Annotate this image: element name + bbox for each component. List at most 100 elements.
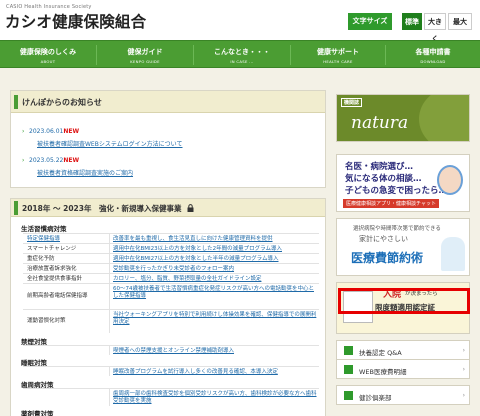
person-illustration-icon bbox=[441, 237, 465, 271]
news-header: けんぽからのお知らせ bbox=[11, 91, 325, 113]
chevron-right-icon: › bbox=[462, 347, 465, 354]
people-icon bbox=[344, 346, 353, 355]
nav-label: 健康保険のしくみ bbox=[19, 48, 77, 56]
font-size-standard-button[interactable]: 標準 bbox=[402, 13, 422, 30]
row-name: 運動習慣化対策 bbox=[27, 318, 66, 324]
banner-line: 名医・病院選び… bbox=[345, 162, 414, 172]
link-label: WEB医療費明細 bbox=[359, 368, 407, 376]
nav-label: 健康サポート bbox=[317, 48, 359, 56]
dependent-qa-link[interactable]: 扶養認定 Q&A › bbox=[336, 340, 470, 360]
medical-savings-banner[interactable]: 選択病院や時間帯次第で節約できる 家計にやさしい 医療費節約術 bbox=[336, 218, 470, 276]
table-row: 睡眠改善プログラムを試行導入し多くの改善見る確認、本導入決定 bbox=[23, 366, 319, 376]
news-link[interactable]: 被扶養者確認調査WEBシステムログイン方法について bbox=[37, 139, 182, 148]
table-row: 治療放置者訴求強化 受診勧奨を行ったかぎり未受診者のフォロー案内 bbox=[23, 263, 319, 273]
row-desc[interactable]: カロリー、塩分、脂質、野菜摂取量の全社ガイドライン設定 bbox=[111, 274, 317, 283]
medical-consult-banner[interactable]: 名医・病院選び… 気になる体の相談… 子どもの急変で困ったら… 医療健康相談アプ… bbox=[336, 154, 470, 212]
nav-label: 健保ガイド bbox=[127, 48, 163, 56]
new-badge: NEW bbox=[63, 128, 80, 135]
page: CASIO Health Insurance Society カシオ健康保険組合… bbox=[0, 0, 480, 416]
news-item-date: 2023.05.22NEW bbox=[29, 157, 79, 164]
site-header: CASIO Health Insurance Society カシオ健康保険組合… bbox=[0, 0, 480, 43]
table-row: 全社食堂提供食事指針 カロリー、塩分、脂質、野菜摂取量の全社ガイドライン設定 bbox=[23, 273, 319, 283]
natura-banner[interactable]: 機関誌 natura bbox=[336, 94, 470, 142]
doctor-illustration-icon bbox=[437, 165, 463, 195]
news-panel: けんぽからのお知らせ › 2023.06.01NEW 被扶養者確認調査WEBシス… bbox=[10, 90, 326, 188]
row-name: 重症化予防 bbox=[27, 256, 55, 262]
chevron-right-icon: › bbox=[462, 366, 465, 373]
health-plan-panel: 2018年 ～ 2023年 強化・新規導入保健事業 生活習慣病対策 特定保健指導… bbox=[10, 198, 326, 416]
heading-accent bbox=[14, 201, 18, 215]
row-name[interactable]: 特定保健指導 bbox=[25, 234, 107, 243]
banner-line: 気になる体の相談… bbox=[345, 174, 422, 184]
new-badge: NEW bbox=[63, 157, 80, 164]
table-row: 歯周病一部の歯科検査受診を個別受診リスクが高い方、歯科検診が必要な方へ歯科受診勧… bbox=[23, 388, 319, 406]
site-logo[interactable]: カシオ健康保険組合 bbox=[5, 10, 146, 32]
row-desc[interactable]: 睡眠改善プログラムを試行導入し多くの改善見る確認、本導入決定 bbox=[111, 367, 317, 376]
banner-line: 家計にやさしい bbox=[359, 235, 408, 243]
table-row: 前期高齢者電話保健指導 60～74歳被扶養者で生活習慣病重症化発症リスクが高い方へ… bbox=[23, 283, 319, 309]
row-desc[interactable]: 適用中在化BMI27以上の方を対象とした半年の減量プログラム導入 bbox=[111, 254, 317, 263]
row-name: スマートチャレンジ bbox=[27, 246, 77, 252]
row-name: 治療放置者訴求強化 bbox=[27, 266, 77, 272]
table-row: 喫煙者への禁煙支援とオンライン禁煙補助剤導入 bbox=[23, 345, 319, 355]
nav-sublabel: HEALTH CARE bbox=[323, 59, 353, 64]
lock-icon bbox=[187, 204, 194, 212]
font-size-large-button[interactable]: 大きく bbox=[424, 13, 446, 43]
category-heading: 生活習慣病対策 bbox=[21, 225, 67, 233]
nav-item-incase[interactable]: こんなとき・・・ IN CASE ... bbox=[194, 41, 290, 69]
medical-cross-icon bbox=[344, 391, 353, 400]
main-content: けんぽからのお知らせ › 2023.06.01NEW 被扶養者確認調査WEBシス… bbox=[0, 68, 480, 416]
web-medical-statement-link[interactable]: WEB医療費明細 › bbox=[336, 359, 470, 379]
nav-sublabel: DOWNLOAD bbox=[420, 59, 446, 64]
news-link[interactable]: 被扶養者資格確認調査実施のご案内 bbox=[37, 168, 133, 177]
health-plan-title: 2018年 ～ 2023年 強化・新規導入保健事業 bbox=[22, 204, 182, 213]
health-plan-header: 2018年 ～ 2023年 強化・新規導入保健事業 bbox=[11, 199, 325, 217]
row-desc[interactable]: 適用中在化BMI23以上の方を対象とした2年間の減量プログラム導入 bbox=[111, 244, 317, 253]
nav-item-about[interactable]: 健康保険のしくみ ABOUT bbox=[0, 41, 96, 69]
document-icon bbox=[344, 365, 353, 374]
banner-title: 医療費節約術 bbox=[351, 251, 424, 265]
font-size-label: 文字サイズ bbox=[348, 13, 392, 30]
nav-label: 各種申請書 bbox=[415, 48, 451, 56]
table-row: 重症化予防 適用中在化BMI27以上の方を対象とした半年の減量プログラム導入 bbox=[23, 253, 319, 263]
nav-sublabel: IN CASE ... bbox=[230, 59, 254, 64]
nav-label: こんなとき・・・ bbox=[214, 48, 270, 56]
link-label: 扶養認定 Q&A bbox=[359, 349, 402, 357]
banner-tag: 機関誌 bbox=[341, 98, 363, 107]
arrow-icon: › bbox=[22, 128, 25, 135]
font-size-max-button[interactable]: 最大 bbox=[448, 13, 472, 30]
banner-caption: 医療健康相談アプリ・健康相談チャット bbox=[343, 199, 439, 208]
row-desc[interactable]: 当社ウォーキングアプリを特別で利用続けし体操効果を確認、保健指導での展開利用決定 bbox=[111, 310, 317, 327]
category-heading: 薬剤費対策 bbox=[21, 410, 54, 416]
global-nav: 健康保険のしくみ ABOUT 健保ガイド KENPO GUIDE こんなとき・・… bbox=[0, 40, 480, 68]
nav-item-health[interactable]: 健康サポート HEALTH CARE bbox=[291, 41, 385, 69]
banner-line: 子どもの急変で困ったら… bbox=[345, 186, 448, 196]
table-row: 運動習慣化対策 当社ウォーキングアプリを特別で利用続けし体操効果を確認、保健指導で… bbox=[23, 309, 319, 333]
table-row: スマートチャレンジ 適用中在化BMI23以上の方を対象とした2年間の減量プログラム… bbox=[23, 243, 319, 253]
heading-accent bbox=[14, 95, 18, 109]
nav-item-guide[interactable]: 健保ガイド KENPO GUIDE bbox=[97, 41, 193, 69]
table-row: 特定保健指導 改善率を最も重視し、食生活見直しに向けた健康管理資料を提供 bbox=[23, 233, 319, 243]
nav-sublabel: KENPO GUIDE bbox=[130, 59, 160, 64]
row-desc[interactable]: 改善率を最も重視し、食生活見直しに向けた健康管理資料を提供 bbox=[111, 234, 317, 243]
row-desc[interactable]: 喫煙者への禁煙支援とオンライン禁煙補助剤導入 bbox=[111, 346, 317, 355]
nav-item-download[interactable]: 各種申請書 DOWNLOAD bbox=[386, 41, 480, 69]
nav-sublabel: ABOUT bbox=[40, 59, 56, 64]
decorative-circle bbox=[419, 95, 469, 141]
row-name: 前期高齢者電話保健指導 bbox=[27, 293, 88, 299]
arrow-icon: › bbox=[22, 157, 25, 164]
link-label: 健診俱楽部 bbox=[359, 394, 392, 402]
chevron-right-icon: › bbox=[462, 392, 465, 399]
news-date: 2023.06.01 bbox=[29, 128, 64, 135]
row-desc[interactable]: 60～74歳被扶養者で生活習慣病重症化発症リスクが高い方への電話勧奨を中心とした… bbox=[111, 284, 317, 301]
news-item-date: 2023.06.01NEW bbox=[29, 128, 79, 135]
checkup-club-link[interactable]: 健診俱楽部 › bbox=[336, 385, 470, 405]
banner-line: 選択病院や時間帯次第で節約できる bbox=[353, 226, 441, 232]
banner-title: natura bbox=[351, 113, 409, 133]
news-date: 2023.05.22 bbox=[29, 157, 64, 164]
highlight-box bbox=[338, 288, 470, 314]
row-desc[interactable]: 歯周病一部の歯科検査受診を個別受診リスクが高い方、歯科検診が必要な方へ歯科受診勧… bbox=[111, 389, 317, 406]
news-title: けんぽからのお知らせ bbox=[22, 98, 102, 107]
row-desc[interactable]: 受診勧奨を行ったかぎり未受診者のフォロー案内 bbox=[111, 264, 317, 273]
row-name: 全社食堂提供食事指針 bbox=[27, 276, 83, 282]
